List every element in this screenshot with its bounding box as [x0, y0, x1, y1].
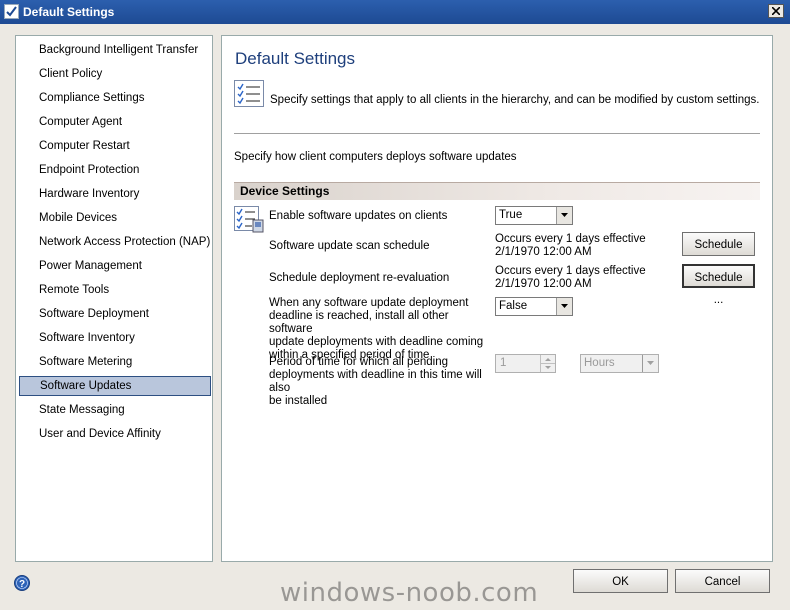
watermark: windows-noob.com — [280, 578, 539, 608]
period-label-line: deployments with deadline in this time w… — [269, 369, 482, 394]
sidebar-item-software-metering[interactable]: Software Metering — [19, 352, 211, 372]
panel-subtitle: Specify how client computers deploys sof… — [234, 151, 517, 163]
sidebar-item-nap[interactable]: Network Access Protection (NAP) — [19, 232, 211, 252]
deadline-install-label: When any software update deployment dead… — [269, 297, 494, 362]
enable-updates-label: Enable software updates on clients — [269, 210, 448, 222]
period-number-value: 1 — [500, 357, 507, 369]
help-icon[interactable]: ? — [14, 575, 30, 591]
settings-panel: Default Settings Specify settings that a… — [221, 35, 773, 562]
scan-schedule-value-line2: 2/1/1970 12:00 AM — [495, 246, 592, 258]
deadline-label-line: When any software update deployment — [269, 297, 469, 309]
enable-updates-value: True — [499, 209, 523, 221]
deadline-label-line: deadline is reached, install all other s… — [269, 310, 449, 335]
scan-schedule-button[interactable]: Schedule ... — [682, 232, 755, 273]
reeval-schedule-button[interactable]: Schedule ... — [682, 264, 755, 306]
scan-schedule-value-line1: Occurs every 1 days effective — [495, 233, 646, 245]
reeval-schedule-value-line1: Occurs every 1 days effective — [495, 265, 646, 277]
title-bar[interactable]: Default Settings — [0, 0, 790, 24]
deadline-install-select[interactable]: False — [495, 297, 573, 316]
sidebar-item-software-inventory[interactable]: Software Inventory — [19, 328, 211, 348]
sidebar-item-state-messaging[interactable]: State Messaging — [19, 400, 211, 420]
reeval-schedule-label: Schedule deployment re-evaluation — [269, 272, 450, 284]
deadline-label-line: update deployments with deadline coming — [269, 336, 484, 348]
checklist-icon — [234, 80, 264, 107]
section-header-label: Device Settings — [240, 184, 330, 198]
device-settings-icon — [234, 206, 264, 233]
cancel-button[interactable]: Cancel — [675, 569, 770, 593]
deadline-install-value: False — [499, 300, 528, 312]
sidebar-item-computer-agent[interactable]: Computer Agent — [19, 112, 211, 132]
sidebar-item-bits[interactable]: Background Intelligent Transfer — [19, 40, 211, 60]
settings-category-list: Background Intelligent Transfer Client P… — [15, 35, 213, 562]
divider — [234, 133, 760, 134]
period-unit-select[interactable]: Hours — [580, 354, 659, 373]
sidebar-item-software-deployment[interactable]: Software Deployment — [19, 304, 211, 324]
period-unit-value: Hours — [584, 357, 615, 369]
spinner-buttons[interactable] — [540, 355, 555, 372]
page-title: Default Settings — [235, 49, 356, 68]
sidebar-item-endpoint-protection[interactable]: Endpoint Protection — [19, 160, 211, 180]
reeval-schedule-value-line2: 2/1/1970 12:00 AM — [495, 278, 592, 290]
sidebar-item-power-management[interactable]: Power Management — [19, 256, 211, 276]
sidebar-item-computer-restart[interactable]: Computer Restart — [19, 136, 211, 156]
close-icon — [772, 7, 780, 15]
sidebar-item-software-updates[interactable]: Software Updates — [19, 376, 211, 396]
sidebar-item-client-policy[interactable]: Client Policy — [19, 64, 211, 84]
window-title: Default Settings — [23, 5, 115, 19]
sidebar-item-user-device-affinity[interactable]: User and Device Affinity — [19, 424, 211, 444]
chevron-down-icon — [642, 355, 658, 372]
period-label-line: be installed — [269, 395, 328, 407]
sidebar-item-remote-tools[interactable]: Remote Tools — [19, 280, 211, 300]
panel-description: Specify settings that apply to all clien… — [270, 94, 760, 106]
scan-schedule-label: Software update scan schedule — [269, 240, 430, 252]
default-settings-dialog: Default Settings Background Intelligent … — [0, 0, 790, 610]
sidebar-item-compliance-settings[interactable]: Compliance Settings — [19, 88, 211, 108]
device-settings-header: Device Settings — [234, 182, 760, 200]
sidebar-item-mobile-devices[interactable]: Mobile Devices — [19, 208, 211, 228]
sidebar-item-hardware-inventory[interactable]: Hardware Inventory — [19, 184, 211, 204]
chevron-down-icon — [556, 298, 572, 315]
period-number-spinner[interactable]: 1 — [495, 354, 556, 373]
enable-updates-select[interactable]: True — [495, 206, 573, 225]
ok-button[interactable]: OK — [573, 569, 668, 593]
svg-text:?: ? — [19, 579, 25, 590]
up-down-arrow-icon — [541, 358, 555, 369]
app-check-icon — [4, 4, 19, 19]
chevron-down-icon — [556, 207, 572, 224]
period-label-line: Period of time for which all pending — [269, 356, 448, 368]
period-label: Period of time for which all pending dep… — [269, 356, 494, 408]
close-button[interactable] — [768, 4, 784, 18]
